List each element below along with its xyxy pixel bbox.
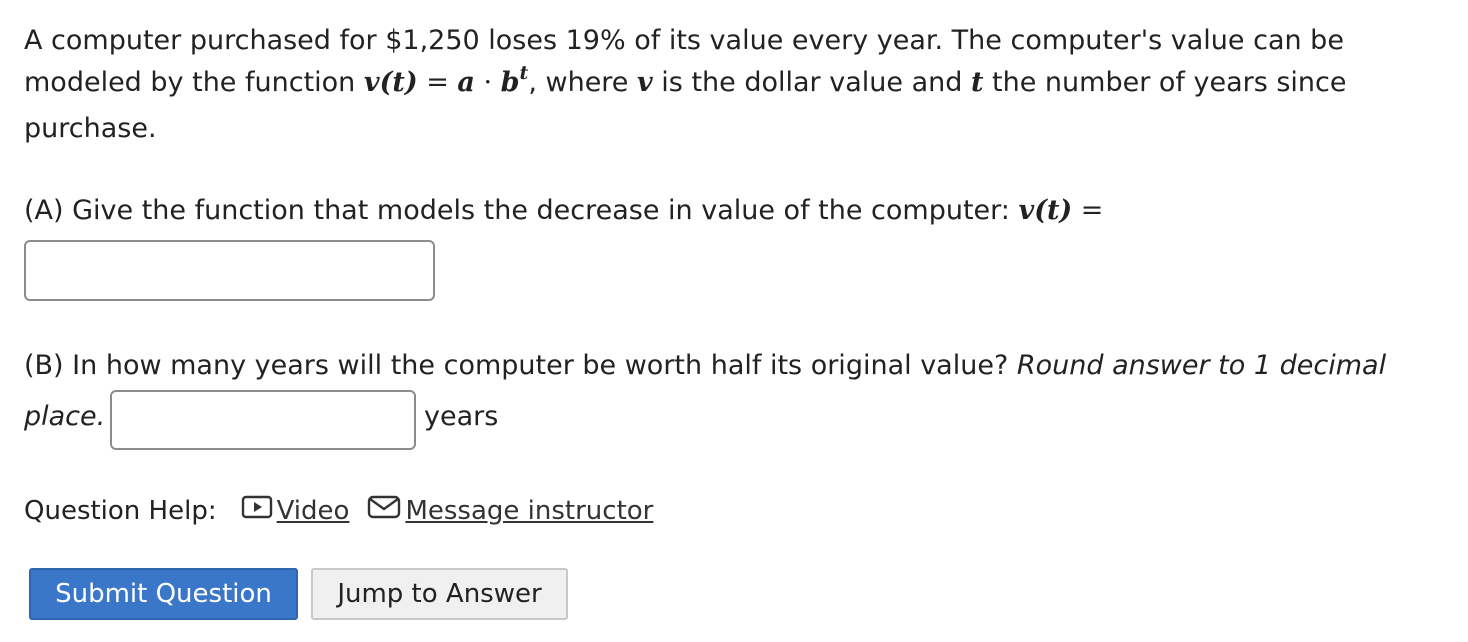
math-a: a bbox=[457, 67, 475, 98]
part-a-answer-input[interactable] bbox=[24, 240, 435, 301]
submit-question-button[interactable]: Submit Question bbox=[29, 568, 298, 620]
part-b-rounding-instruction: Round answer to 1 decimal bbox=[1016, 350, 1387, 381]
part-a-text: (A) Give the function that models the de… bbox=[24, 195, 1019, 226]
part-a-math-equals: = bbox=[1072, 195, 1104, 226]
jump-to-answer-button[interactable]: Jump to Answer bbox=[311, 568, 568, 620]
video-link-label[interactable]: Video bbox=[277, 496, 350, 526]
question-line-2-prefix: modeled by the function bbox=[24, 67, 364, 98]
question-help-label: Question Help: bbox=[24, 495, 217, 526]
part-b-text: (B) In how many years will the computer … bbox=[24, 350, 1017, 381]
part-a-prompt: (A) Give the function that models the de… bbox=[24, 195, 1103, 226]
message-instructor-link[interactable]: Message instructor bbox=[367, 495, 653, 526]
play-video-icon bbox=[241, 495, 273, 526]
part-a-math-v: v bbox=[1018, 195, 1035, 226]
question-line-3: purchase. bbox=[24, 113, 157, 144]
math-v-inline: v bbox=[637, 67, 653, 98]
question-line-2-mid2: is the dollar value and bbox=[652, 67, 971, 98]
math-v: v bbox=[363, 67, 380, 98]
question-line-2-suffix: the number of years since bbox=[983, 67, 1347, 98]
part-a-math-t-paren: (t) bbox=[1034, 195, 1073, 226]
part-b-answer-input[interactable] bbox=[110, 390, 416, 450]
question-line-1: A computer purchased for $1,250 loses 19… bbox=[24, 25, 1344, 56]
question-line-2-mid: , where bbox=[528, 67, 638, 98]
years-unit-label: years bbox=[424, 401, 499, 432]
part-b-rounding-instruction-end: place. bbox=[24, 401, 106, 432]
envelope-icon bbox=[367, 495, 401, 526]
part-b-prompt-line-1: (B) In how many years will the computer … bbox=[24, 350, 1386, 381]
math-dot: · bbox=[474, 67, 501, 98]
question-text-line-2: modeled by the function v(t) = a · bt, w… bbox=[24, 64, 1347, 99]
question-text-line-1: A computer purchased for $1,250 loses 19… bbox=[24, 25, 1344, 56]
question-text-line-3: purchase. bbox=[24, 113, 157, 144]
math-exponent-t: t bbox=[519, 62, 529, 84]
math-t-paren: (t) bbox=[379, 67, 418, 98]
video-link[interactable]: Video bbox=[241, 495, 350, 526]
question-help: Question Help: Video Message instructor bbox=[24, 495, 653, 526]
math-equals: = bbox=[417, 67, 458, 98]
math-t-inline: t bbox=[970, 67, 984, 98]
part-b-prompt-line-2: place. bbox=[24, 401, 105, 432]
message-instructor-label[interactable]: Message instructor bbox=[405, 496, 653, 526]
math-b: b bbox=[500, 67, 520, 98]
